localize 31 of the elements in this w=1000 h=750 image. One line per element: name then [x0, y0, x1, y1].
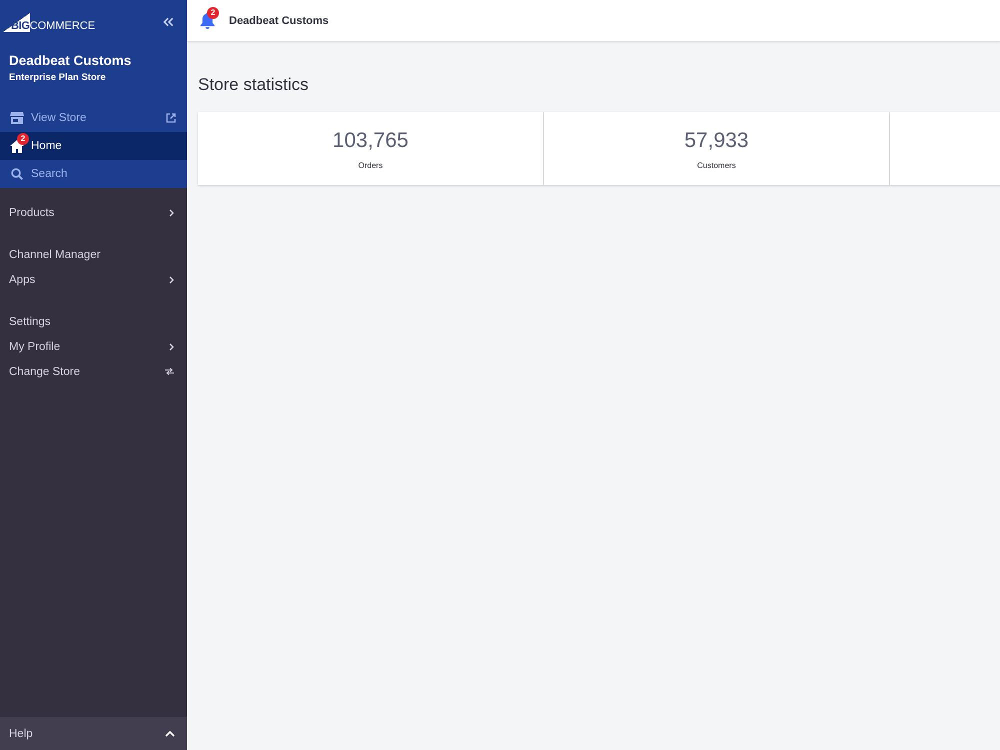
section-title: Store statistics	[198, 74, 310, 96]
sidebar-nav-item[interactable]: View Store	[0, 104, 187, 132]
chevron-up-icon	[165, 730, 175, 736]
sidebar-nav-item[interactable]: Search	[0, 160, 187, 188]
stat-value: 103,765	[332, 128, 410, 153]
sidebar-nav-item[interactable]: Change Store	[0, 359, 187, 384]
sidebar-nav-item[interactable]: 2 Home	[0, 132, 187, 160]
store-name: Deadbeat Customs	[9, 52, 132, 70]
sidebar-nav-item[interactable]: Apps	[0, 267, 187, 292]
sidebar-nav-item[interactable]: My Profile	[0, 334, 187, 359]
notification-badge: 2	[207, 6, 219, 18]
stat-value: 57,933	[683, 128, 750, 153]
sidebar-nav-item[interactable]: Products	[0, 200, 187, 225]
external-link-icon	[166, 113, 176, 123]
chevron-right-icon	[169, 276, 174, 284]
storefront-icon	[10, 112, 24, 124]
store-plan: Enterprise Plan Store	[9, 71, 107, 85]
stat-label: Customers	[696, 161, 737, 171]
logo-text: COMMERCE	[30, 21, 96, 32]
chevron-right-icon	[169, 208, 174, 216]
stat-label: Orders	[357, 161, 384, 171]
sidebar-nav-item[interactable]: Channel Manager	[0, 242, 187, 267]
help-button[interactable]: Help	[0, 717, 187, 750]
notification-badge: 2	[17, 133, 29, 145]
house-icon	[10, 140, 24, 152]
search-icon	[11, 168, 23, 180]
swap-arrows-icon	[165, 368, 174, 375]
sidebar-nav-item[interactable]: Settings	[0, 309, 187, 334]
collapse-sidebar-icon[interactable]	[163, 17, 174, 27]
store-name: Deadbeat Customs	[229, 14, 329, 26]
chevron-right-icon	[169, 342, 174, 350]
